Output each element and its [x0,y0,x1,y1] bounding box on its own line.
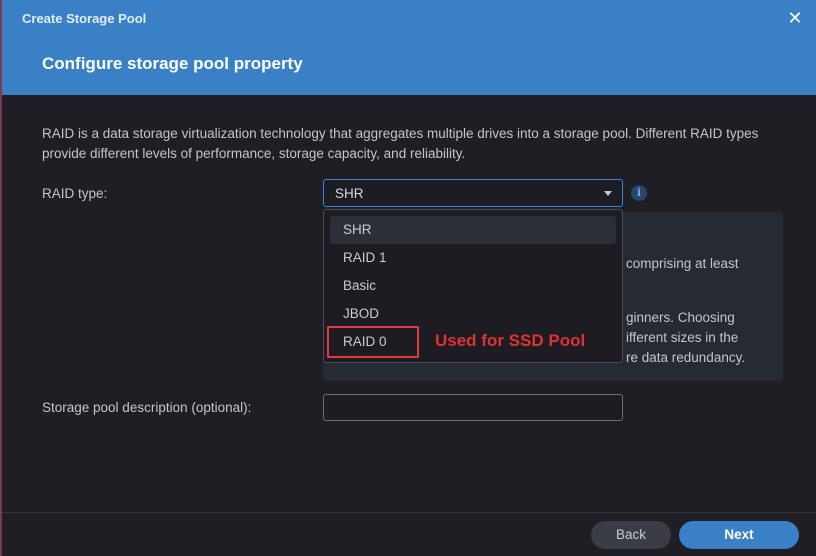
description-field-label: Storage pool description (optional): [42,400,252,415]
raid-type-select[interactable]: SHR [323,179,623,207]
dialog-header: Create Storage Pool ✕ Configure storage … [2,0,816,95]
dropdown-option-shr[interactable]: SHR [330,216,616,244]
info-panel-line: comprising at least [626,256,739,271]
window-title: Create Storage Pool [22,11,147,26]
raid-description: RAID is a data storage virtualization te… [42,126,759,161]
info-panel-line: re data redundancy. [626,350,746,365]
back-button[interactable]: Back [591,521,671,549]
info-icon[interactable]: i [631,185,647,201]
dropdown-option-raid1[interactable]: RAID 1 [330,244,616,272]
footer-divider [2,512,816,513]
ssd-pool-annotation: Used for SSD Pool [435,331,586,350]
close-icon[interactable]: ✕ [786,9,804,27]
create-storage-pool-dialog: Create Storage Pool ✕ Configure storage … [0,0,816,556]
dropdown-option-basic[interactable]: Basic [330,272,616,300]
info-panel-line: ifferent sizes in the [626,330,739,345]
page-title: Configure storage pool property [42,54,303,73]
raid0-highlight-box [327,326,419,358]
raid-type-label: RAID type: [42,186,108,201]
raid-type-selected-value: SHR [335,186,364,201]
dropdown-option-jbod[interactable]: JBOD [330,300,616,328]
chevron-down-icon [604,191,612,196]
info-panel-line: ginners. Choosing [626,310,735,325]
next-button[interactable]: Next [679,521,799,549]
pool-description-input[interactable] [323,394,623,421]
